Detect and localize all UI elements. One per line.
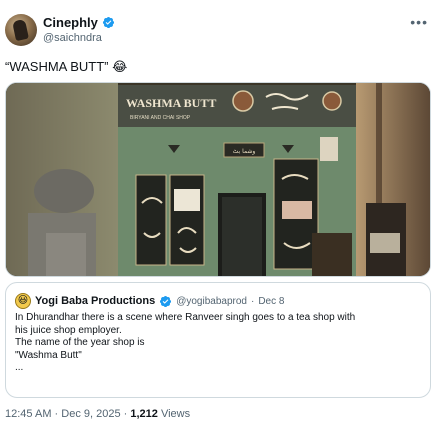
tweet-timestamp[interactable]: 12:45 AM · Dec 9, 2025 · (5, 408, 130, 420)
quoted-separator: · (250, 295, 255, 307)
author-avatar[interactable] (5, 14, 37, 46)
author-name[interactable]: Cinephly (43, 15, 98, 30)
quoted-line: "Washma Butt" (15, 349, 82, 361)
author-name-row: Cinephly (43, 15, 115, 30)
quoted-line: his juice shop employer. (15, 324, 122, 336)
verified-badge-icon (102, 16, 114, 29)
shop-sign-subtitle: BIRYANI AND CHAI SHOP (130, 115, 191, 121)
tweet-metadata: 12:45 AM · Dec 9, 2025 · 1,212 Views (5, 408, 190, 420)
quoted-author-name[interactable]: Yogi Baba Productions (35, 295, 155, 307)
author-handle[interactable]: @saichndra (43, 32, 102, 44)
shop-front-illustration: WASHMA BUTT BIRYANI AND CHAI SHOP وشما ب… (6, 83, 430, 276)
quoted-author-avatar[interactable]: 😃 (15, 293, 31, 309)
quoted-verified-badge-icon (160, 295, 172, 307)
quoted-date[interactable]: Dec 8 (258, 296, 284, 307)
more-options-icon[interactable]: ••• (410, 14, 428, 30)
tweet-media-image[interactable]: WASHMA BUTT BIRYANI AND CHAI SHOP وشما ب… (5, 82, 431, 277)
quoted-line: In Dhurandhar there is a scene where Ran… (15, 312, 356, 323)
quoted-tweet-card[interactable]: 😃 Yogi Baba Productions @yogibabaprod · … (5, 282, 431, 398)
quoted-line: ... (15, 362, 24, 374)
quoted-tweet-body: In Dhurandhar there is a scene where Ran… (15, 312, 423, 375)
tweet-header: Cinephly @saichndra ••• (5, 12, 438, 48)
quoted-tweet-header: 😃 Yogi Baba Productions @yogibabaprod · … (15, 293, 284, 309)
shop-sign-title: WASHMA BUTT (126, 96, 216, 110)
views-label: Views (157, 408, 191, 420)
views-count: 1,212 (130, 408, 158, 420)
quoted-author-handle[interactable]: @yogibabaprod (176, 296, 247, 307)
door-plate: وشما بٹ (233, 148, 256, 155)
quoted-line: The name of the year shop is (15, 337, 145, 349)
tweet-text: “WASHMA BUTT” 😂 (5, 59, 128, 74)
